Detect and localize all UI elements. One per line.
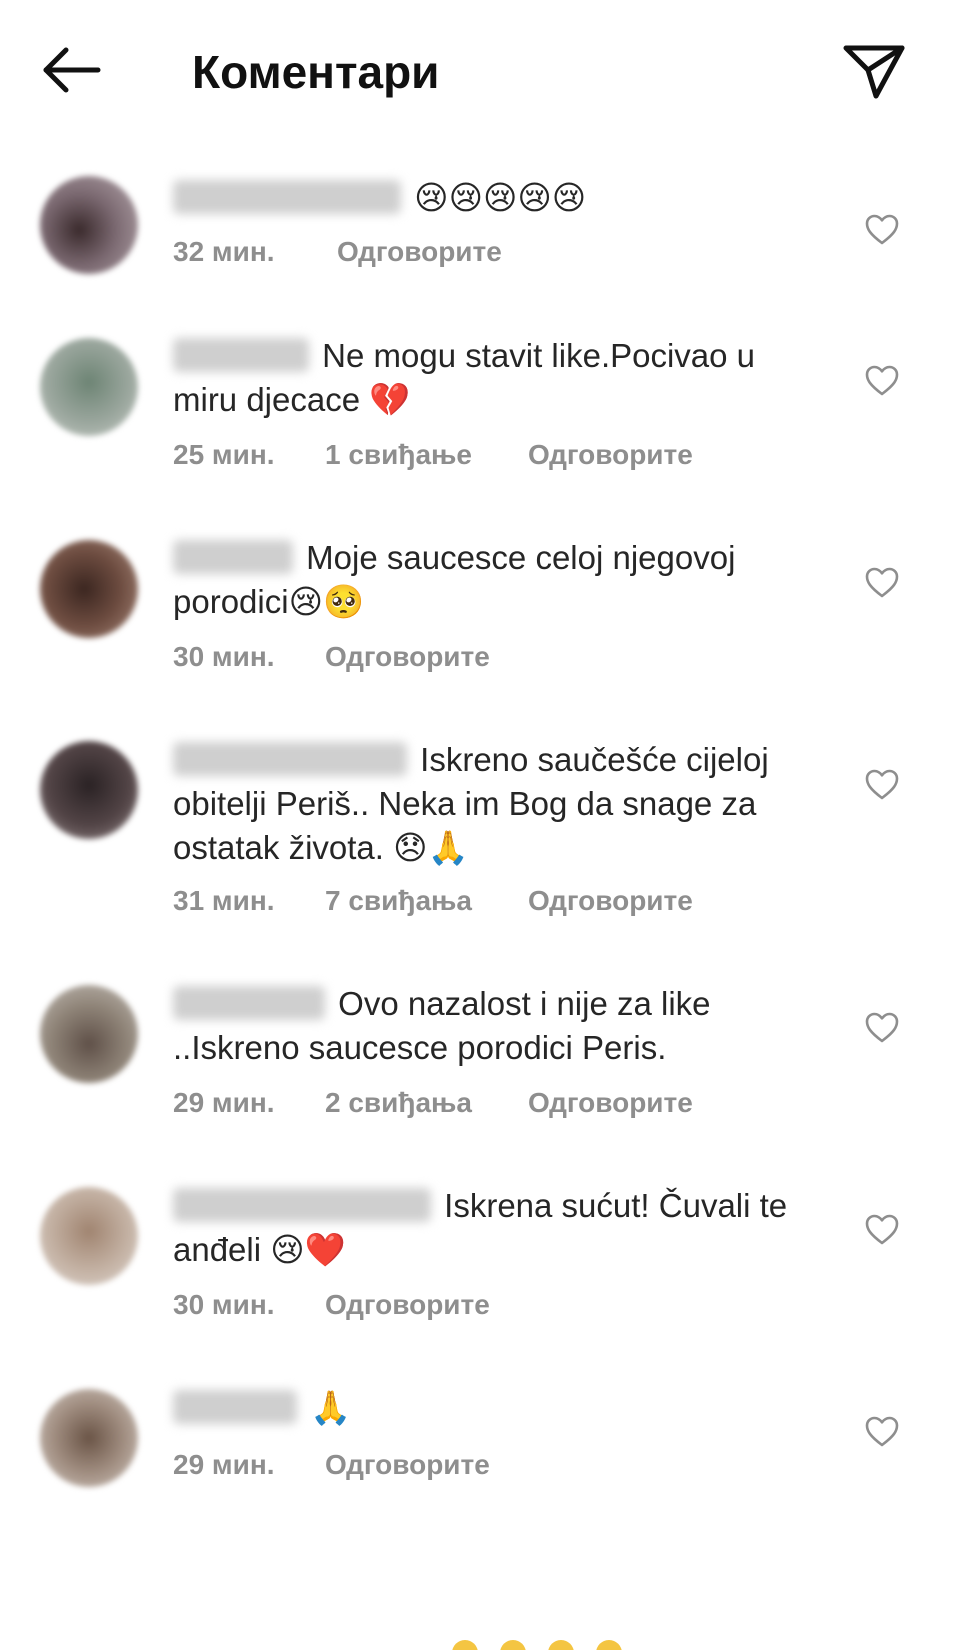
comment-time: 31 мин. [173,885,275,916]
comment-body: Ovo nazalost i nije za like ..Iskreno sa… [173,982,813,1070]
reply-button[interactable]: Одговорите [528,437,693,473]
top-bar: Коментари [0,0,960,145]
username-blurred[interactable] [173,1390,297,1424]
avatar[interactable] [40,1187,138,1285]
username-blurred[interactable] [173,540,293,574]
comment-body: 😢😢😢😢😢 [173,176,813,220]
reply-button[interactable]: Одговорите [528,883,693,919]
likes-count[interactable]: 1 свиђање [325,437,472,473]
likes-count[interactable]: 7 свиђања [325,883,472,919]
comment-text: 😢😢😢😢😢 [414,178,587,217]
username-blurred[interactable] [173,742,407,776]
avatar[interactable] [40,985,138,1083]
reply-button[interactable]: Одговорите [528,1085,693,1121]
emoji-peek [596,1640,622,1650]
back-button[interactable] [40,40,104,104]
comment-body: Iskrena sućut! Čuvali te anđeli 😢❤️ [173,1184,813,1272]
share-button[interactable] [842,40,906,104]
avatar[interactable] [40,741,138,839]
next-comment-peek [0,1626,960,1650]
like-button[interactable] [864,767,900,803]
username-blurred[interactable] [173,1188,431,1222]
emoji-peek [548,1640,574,1650]
likes-count[interactable]: 2 свиђања [325,1085,472,1121]
comment-body: 🙏 [173,1386,813,1430]
like-button[interactable] [864,1212,900,1248]
like-button[interactable] [864,565,900,601]
heart-icon [865,365,899,396]
like-button[interactable] [864,363,900,399]
username-blurred[interactable] [173,180,401,214]
comment-body: Moje saucesce celoj njegovoj porodici😢🥺 [173,536,813,624]
like-button[interactable] [864,1010,900,1046]
comment-time: 29 мин. [173,1087,275,1118]
like-button[interactable] [864,212,900,248]
page-title: Коментари [192,46,440,98]
comment-body: Ne mogu stavit like.Pocivao u miru djeca… [173,334,813,422]
reply-button[interactable]: Одговорите [325,639,490,675]
comment-time: 30 мин. [173,641,275,672]
reply-button[interactable]: Одговорите [325,1447,490,1483]
heart-icon [865,214,899,245]
comment-text: 🙏 [310,1389,352,1426]
heart-icon [865,1214,899,1245]
arrow-left-icon [43,47,101,93]
username-blurred[interactable] [173,986,325,1020]
avatar[interactable] [40,1389,138,1487]
username-blurred[interactable] [173,338,309,372]
comment-body: Iskreno saučešće cijeloj obitelji Periš.… [173,738,813,870]
reply-button[interactable]: Одговорите [337,234,502,270]
reply-button[interactable]: Одговорите [325,1287,490,1323]
comment-time: 29 мин. [173,1449,275,1480]
comment-time: 25 мин. [173,439,275,470]
paper-plane-icon [843,45,905,99]
heart-icon [865,567,899,598]
emoji-peek [452,1640,478,1650]
comment-time: 32 мин. [173,236,275,267]
emoji-peek [500,1640,526,1650]
comment-time: 30 мин. [173,1289,275,1320]
avatar[interactable] [40,338,138,436]
avatar[interactable] [40,540,138,638]
avatar[interactable] [40,176,138,274]
heart-icon [865,769,899,800]
heart-icon [865,1416,899,1447]
like-button[interactable] [864,1414,900,1450]
heart-icon [865,1012,899,1043]
